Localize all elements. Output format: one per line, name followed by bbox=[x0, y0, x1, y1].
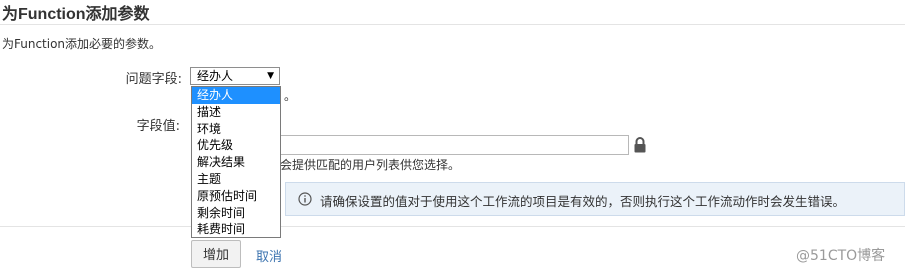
field-value-input[interactable] bbox=[270, 135, 629, 155]
question-field-dropdown[interactable]: 经办人 描述 环境 优先级 解决结果 主题 原预估时间 剩余时间 耗费时间 bbox=[191, 86, 281, 238]
question-field-select[interactable]: 经办人 ▼ bbox=[190, 67, 280, 85]
info-text: 请确保设置的值对于使用这个工作流的项目是有效的，否则执行这个工作流动作时会发生错… bbox=[320, 194, 846, 209]
dropdown-option[interactable]: 优先级 bbox=[192, 137, 280, 154]
add-button[interactable]: 增加 bbox=[191, 240, 241, 268]
question-field-label: 问题字段: bbox=[125, 72, 182, 87]
info-message: 请确保设置的值对于使用这个工作流的项目是有效的，否则执行这个工作流动作时会发生错… bbox=[285, 182, 905, 216]
dropdown-option[interactable]: 经办人 bbox=[192, 87, 280, 104]
dropdown-option[interactable]: 描述 bbox=[192, 104, 280, 121]
dropdown-option[interactable]: 剩余时间 bbox=[192, 205, 280, 222]
chevron-down-icon: ▼ bbox=[267, 71, 274, 81]
title-divider bbox=[0, 24, 905, 25]
info-icon bbox=[298, 192, 312, 206]
lock-icon bbox=[634, 137, 646, 153]
dropdown-option[interactable]: 原预估时间 bbox=[192, 188, 280, 205]
dropdown-option[interactable]: 主题 bbox=[192, 171, 280, 188]
dropdown-option[interactable]: 解决结果 bbox=[192, 154, 280, 171]
page-description: 为Function添加必要的参数。 bbox=[2, 37, 162, 51]
select-value: 经办人 bbox=[197, 69, 234, 83]
field-hint: 。 bbox=[284, 89, 297, 103]
watermark: @51CTO博客 bbox=[796, 248, 886, 264]
page-title: 为Function添加参数 bbox=[2, 6, 150, 23]
dropdown-option[interactable]: 环境 bbox=[192, 121, 280, 138]
footer-divider bbox=[0, 226, 905, 227]
user-picker-hint: 会提供匹配的用户列表供您选择。 bbox=[280, 158, 461, 172]
cancel-link[interactable]: 取消 bbox=[256, 246, 282, 265]
field-value-label: 字段值: bbox=[136, 119, 180, 134]
dropdown-option[interactable]: 耗费时间 bbox=[192, 221, 280, 238]
